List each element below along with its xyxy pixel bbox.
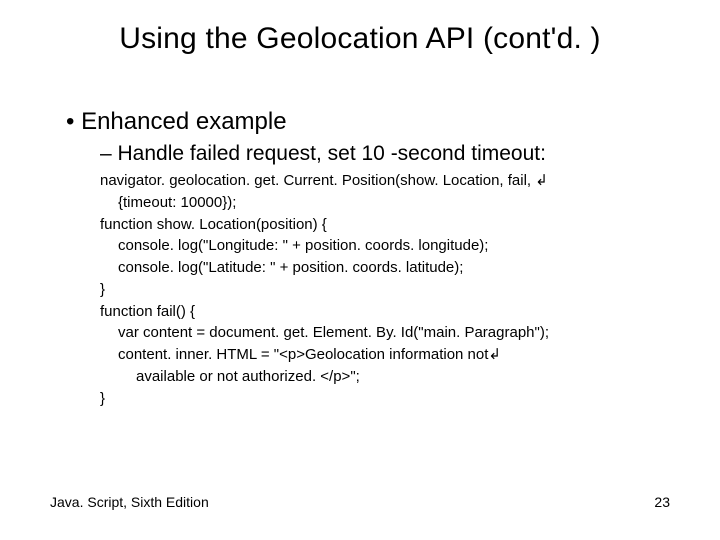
code-line: console. log("Longitude: " + position. c…	[100, 235, 666, 257]
footer-book-title: Java. Script, Sixth Edition	[50, 494, 209, 510]
code-line: function fail() {	[100, 301, 666, 323]
code-line: var content = document. get. Element. By…	[100, 322, 666, 344]
code-line: available or not authorized. </p>";	[100, 366, 666, 388]
code-line: }	[100, 388, 666, 410]
code-line: {timeout: 10000});	[100, 192, 666, 214]
slide: Using the Geolocation API (cont'd. ) Enh…	[0, 0, 720, 540]
slide-body: Enhanced example Handle failed request, …	[66, 108, 666, 409]
code-line: content. inner. HTML = "<p>Geolocation i…	[100, 344, 666, 366]
code-line: function show. Location(position) {	[100, 214, 666, 236]
code-line: }	[100, 279, 666, 301]
code-block: navigator. geolocation. get. Current. Po…	[100, 170, 666, 409]
bullet-level-1: Enhanced example	[66, 108, 666, 136]
bullet-level-2: Handle failed request, set 10 -second ti…	[100, 142, 666, 166]
footer-page-number: 23	[654, 494, 670, 510]
code-line: console. log("Latitude: " + position. co…	[100, 257, 666, 279]
code-line: navigator. geolocation. get. Current. Po…	[100, 170, 666, 192]
slide-title: Using the Geolocation API (cont'd. )	[0, 22, 720, 56]
